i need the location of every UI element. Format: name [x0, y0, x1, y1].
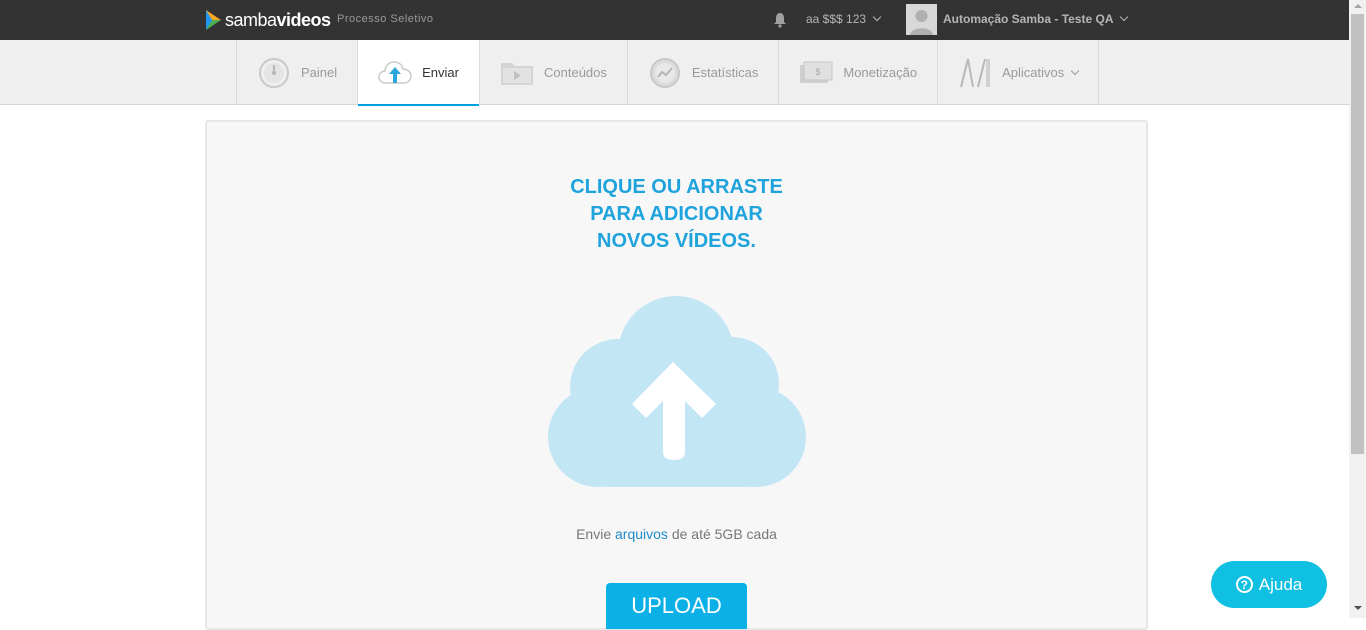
cloud-upload-icon	[548, 296, 806, 487]
main-nav: Painel Enviar Conteúdos Estatísticas $ M…	[0, 40, 1349, 106]
chevron-down-icon	[1070, 66, 1080, 75]
vertical-scrollbar[interactable]	[1349, 0, 1366, 618]
question-circle-icon: ?	[1235, 576, 1253, 593]
upload-dropzone[interactable]: CLIQUE OU ARRASTE PARA ADICIONAR NOVOS V…	[205, 120, 1148, 630]
title-line: CLIQUE OU ARRASTE	[570, 176, 783, 198]
hint-suffix: de até 5GB cada	[667, 526, 777, 542]
tab-painel[interactable]: Painel	[237, 40, 359, 105]
upload-hint: Envie arquivos de até 5GB cada	[207, 526, 1146, 542]
play-logo-icon	[206, 10, 221, 30]
stats-chart-icon	[648, 56, 682, 90]
tab-monetizacao[interactable]: $ Monetização	[779, 40, 939, 105]
logo-samba-text: samba	[225, 9, 277, 30]
tab-estatisticas[interactable]: Estatísticas	[628, 40, 780, 105]
tab-label: Aplicativos	[1002, 65, 1065, 80]
apps-tools-icon	[958, 56, 992, 90]
tab-label: Enviar	[422, 65, 459, 80]
top-bar: samba videos Processo Seletivo aa $$$ 123…	[0, 0, 1349, 40]
help-button[interactable]: ? Ajuda	[1211, 561, 1327, 608]
samba-videos-logo[interactable]: samba videos	[205, 8, 331, 32]
project-subtitle: Processo Seletivo	[337, 13, 434, 25]
upload-button[interactable]: UPLOAD	[606, 583, 747, 629]
cloud-upload-icon	[378, 56, 412, 90]
svg-text:$: $	[816, 67, 821, 77]
money-bill-icon: $	[799, 56, 833, 90]
help-label: Ajuda	[1258, 574, 1303, 594]
chevron-down-icon	[872, 12, 882, 22]
chevron-down-icon	[1120, 12, 1129, 22]
title-line: PARA ADICIONAR	[590, 203, 763, 225]
scroll-up-arrow-icon[interactable]	[1354, 4, 1362, 8]
tab-aplicativos[interactable]: Aplicativos	[938, 40, 1100, 105]
tab-label: Painel	[301, 65, 338, 80]
files-link[interactable]: arquivos	[615, 526, 668, 542]
scroll-down-arrow-icon[interactable]	[1354, 606, 1362, 610]
bell-icon[interactable]	[773, 12, 787, 28]
logo-videos-text: videos	[276, 9, 332, 30]
tab-enviar[interactable]: Enviar	[358, 40, 480, 106]
user-menu[interactable]: Automação Samba - Teste QA	[943, 12, 1129, 26]
tab-label: Conteúdos	[544, 65, 607, 80]
video-folder-icon	[500, 56, 534, 90]
dropzone-title: CLIQUE OU ARRASTE PARA ADICIONAR NOVOS V…	[207, 174, 1146, 255]
dashboard-gauge-icon	[257, 56, 291, 90]
account-label: aa $$$ 123	[806, 12, 867, 26]
avatar[interactable]	[906, 4, 937, 35]
tab-conteudos[interactable]: Conteúdos	[480, 40, 628, 105]
hint-prefix: Envie	[576, 526, 616, 542]
title-line: NOVOS VÍDEOS.	[597, 230, 756, 252]
scroll-thumb[interactable]	[1351, 14, 1364, 454]
account-selector[interactable]: aa $$$ 123	[806, 12, 882, 26]
tab-label: Monetização	[843, 65, 918, 80]
user-name: Automação Samba - Teste QA	[943, 12, 1114, 26]
user-avatar-icon	[906, 4, 937, 35]
tab-label: Estatísticas	[691, 65, 759, 80]
